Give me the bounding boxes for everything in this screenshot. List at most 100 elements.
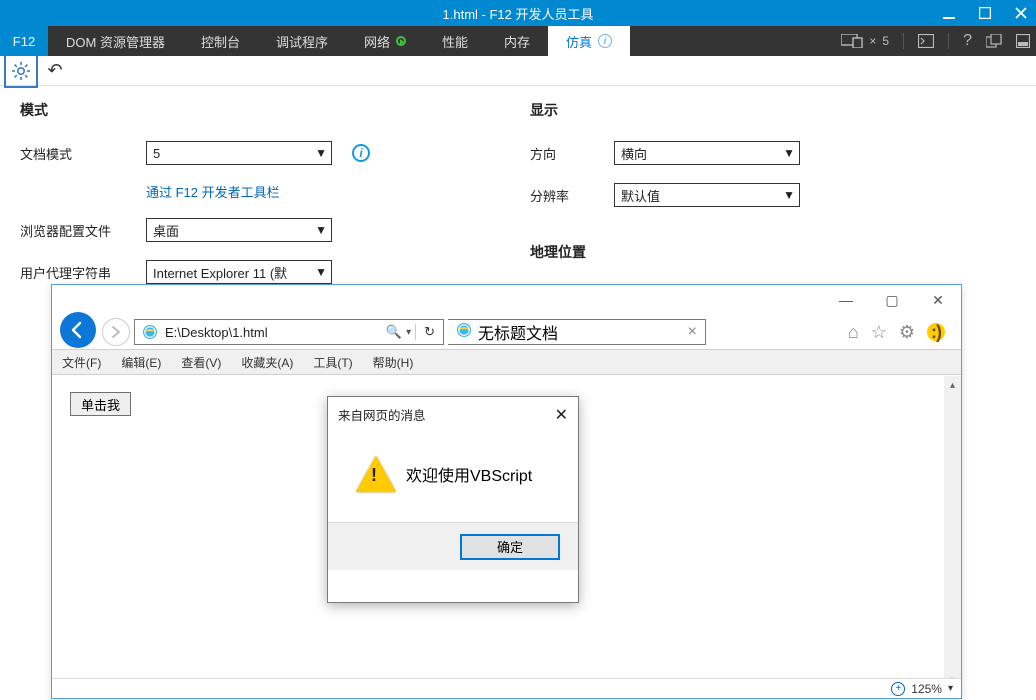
- docmode-label: 文档模式: [20, 144, 132, 163]
- chevron-down-icon: ▼: [315, 146, 327, 160]
- menu-view[interactable]: 查看(V): [171, 354, 231, 371]
- tools-icon[interactable]: ⚙: [899, 322, 915, 343]
- separator: [948, 33, 949, 49]
- responsive-tool[interactable]: ×5: [841, 34, 889, 48]
- zoom-dropdown[interactable]: ▾: [948, 683, 953, 694]
- refresh-icon[interactable]: ↻: [420, 324, 439, 340]
- settings-button[interactable]: [6, 56, 36, 86]
- tab-network-label: 网络: [364, 32, 390, 51]
- f12-right-tools: ×5 ?: [841, 26, 1030, 56]
- warning-icon: !: [356, 456, 392, 492]
- menu-file[interactable]: 文件(F): [52, 354, 111, 371]
- responsive-count: 5: [882, 34, 889, 48]
- f12-toolbar: ↶: [0, 56, 1036, 86]
- tab-close[interactable]: ×: [688, 323, 697, 341]
- tab-debugger[interactable]: 调试程序: [258, 26, 346, 56]
- dropdown-icon[interactable]: ▾: [406, 327, 411, 338]
- smiley-icon: [927, 323, 945, 341]
- feedback-icon[interactable]: [927, 323, 945, 341]
- alert-message: 欢迎使用VBScript: [406, 462, 532, 486]
- console-shortcut[interactable]: [918, 34, 934, 48]
- res-label: 分辨率: [530, 186, 600, 205]
- ie-icon: [456, 322, 472, 343]
- geo-title: 地理位置: [530, 242, 800, 262]
- docmode-info[interactable]: i: [352, 144, 370, 162]
- chevron-down-icon: ▼: [315, 223, 327, 237]
- chevron-down-icon: ▼: [783, 188, 795, 202]
- res-value: 默认值: [621, 186, 660, 205]
- favorites-icon[interactable]: ☆: [871, 322, 887, 343]
- alert-close[interactable]: ✕: [555, 405, 568, 425]
- chevron-down-icon: ▼: [783, 146, 795, 160]
- orient-label: 方向: [530, 144, 600, 163]
- ie-menubar: 文件(F) 编辑(E) 查看(V) 收藏夹(A) 工具(T) 帮助(H): [52, 349, 961, 375]
- back-button[interactable]: [60, 312, 96, 348]
- f12-tabstrip: F12 DOM 资源管理器 控制台 调试程序 网络 性能 内存 仿真i ×5 ?: [0, 26, 1036, 56]
- maximize-button[interactable]: [976, 4, 994, 22]
- tab-memory[interactable]: 内存: [486, 26, 548, 56]
- ie-maximize[interactable]: ▢: [869, 285, 915, 315]
- menu-help[interactable]: 帮助(H): [363, 354, 424, 371]
- reset-button[interactable]: ↶: [40, 56, 70, 86]
- vertical-scrollbar[interactable]: ▴ ▾: [944, 376, 961, 690]
- ua-label: 用户代理字符串: [20, 263, 132, 282]
- profile-label: 浏览器配置文件: [20, 221, 132, 240]
- forward-button[interactable]: [102, 318, 130, 346]
- browser-tab[interactable]: 无标题文档 ×: [448, 319, 706, 345]
- f12-titlebar: 1.html - F12 开发人员工具: [0, 0, 1036, 26]
- ie-close[interactable]: ✕: [915, 285, 961, 315]
- pin-button[interactable]: [1016, 34, 1030, 48]
- ie-right-icons: ⌂ ☆ ⚙: [848, 322, 953, 343]
- tab-title: 无标题文档: [478, 320, 558, 344]
- home-icon[interactable]: ⌂: [848, 322, 859, 343]
- address-text: E:\Desktop\1.html: [165, 325, 382, 340]
- f12-body: 模式 文档模式 5▼ i 通过 F12 开发者工具栏 浏览器配置文件 桌面▼ 用…: [0, 86, 1036, 299]
- mode-title: 模式: [20, 100, 370, 120]
- ua-value: Internet Explorer 11 (默: [153, 263, 287, 282]
- zoom-in-icon[interactable]: +: [891, 682, 905, 696]
- alert-titlebar: 来自网页的消息 ✕: [328, 397, 578, 432]
- docmode-select[interactable]: 5▼: [146, 141, 332, 165]
- close-button[interactable]: [1012, 4, 1030, 22]
- f12-badge-tab[interactable]: F12: [0, 26, 48, 56]
- scroll-up[interactable]: ▴: [950, 376, 955, 395]
- tab-emulation[interactable]: 仿真i: [548, 26, 630, 56]
- mode-column: 模式 文档模式 5▼ i 通过 F12 开发者工具栏 浏览器配置文件 桌面▼ 用…: [20, 100, 370, 285]
- ie-caption: — ▢ ✕: [52, 285, 961, 315]
- ie-statusbar: + 125% ▾: [52, 678, 961, 698]
- chevron-down-icon: ▼: [315, 265, 327, 279]
- orient-value: 横向: [621, 144, 647, 163]
- separator: [903, 33, 904, 49]
- tab-dom-explorer[interactable]: DOM 资源管理器: [48, 26, 183, 56]
- alert-body: ! 欢迎使用VBScript: [328, 432, 578, 522]
- menu-tools[interactable]: 工具(T): [303, 354, 362, 371]
- menu-favorites[interactable]: 收藏夹(A): [231, 354, 303, 371]
- docmode-value: 5: [153, 146, 160, 161]
- address-bar[interactable]: E:\Desktop\1.html 🔍 ▾ ↻: [134, 319, 444, 345]
- menu-edit[interactable]: 编辑(E): [111, 354, 171, 371]
- docmode-link[interactable]: 通过 F12 开发者工具栏: [146, 182, 370, 201]
- profile-select[interactable]: 桌面▼: [146, 218, 332, 242]
- display-column: 显示 方向 横向▼ 分辨率 默认值▼ 地理位置: [530, 100, 800, 285]
- tab-network[interactable]: 网络: [346, 26, 424, 56]
- alert-footer: 确定: [328, 522, 578, 570]
- minimize-button[interactable]: [940, 4, 958, 22]
- separator: [415, 324, 416, 340]
- orient-select[interactable]: 横向 ▼: [614, 141, 800, 165]
- ie-minimize[interactable]: —: [823, 285, 869, 315]
- tab-console[interactable]: 控制台: [183, 26, 258, 56]
- help-button[interactable]: ?: [963, 32, 972, 50]
- search-icon[interactable]: 🔍: [382, 324, 406, 340]
- tab-strip: 无标题文档 ×: [448, 319, 844, 345]
- ie-icon: [141, 323, 159, 341]
- ua-select[interactable]: Internet Explorer 11 (默 ▼: [146, 260, 332, 284]
- info-icon: i: [598, 34, 612, 48]
- alert-ok-button[interactable]: 确定: [460, 534, 560, 560]
- undock-button[interactable]: [986, 34, 1002, 48]
- play-icon: [396, 36, 406, 46]
- tab-performance[interactable]: 性能: [424, 26, 486, 56]
- page-button[interactable]: 单击我: [70, 392, 131, 416]
- alert-dialog: 来自网页的消息 ✕ ! 欢迎使用VBScript 确定: [327, 396, 579, 603]
- res-select[interactable]: 默认值 ▼: [614, 183, 800, 207]
- ie-navbar: E:\Desktop\1.html 🔍 ▾ ↻ 无标题文档 × ⌂ ☆ ⚙: [52, 315, 961, 349]
